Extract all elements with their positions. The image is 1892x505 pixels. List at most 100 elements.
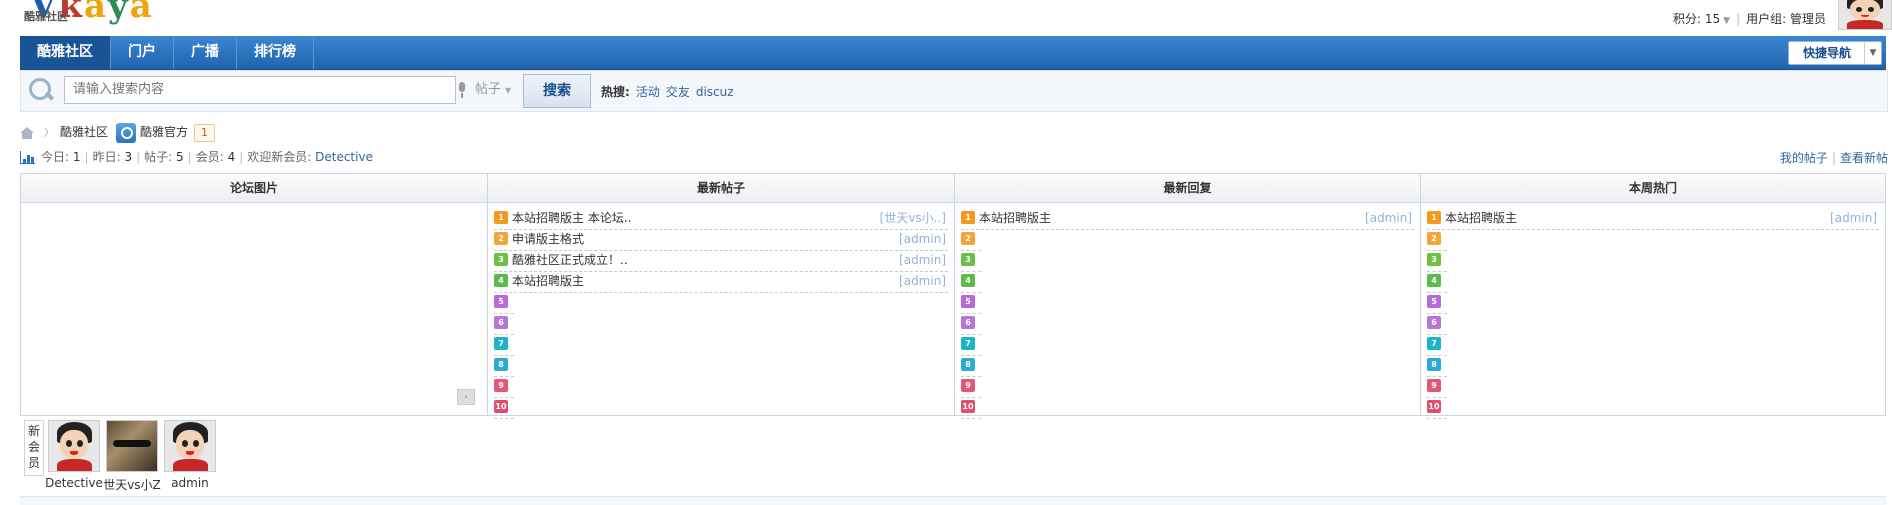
nav-item-community[interactable]: 酷雅社区: [20, 36, 111, 69]
search-button[interactable]: 搜索: [523, 74, 591, 108]
thread-title-link[interactable]: 申请版主格式: [512, 232, 584, 246]
author-link[interactable]: [admin]: [1365, 209, 1412, 228]
site-logo[interactable]: Vkaya 酷雅社区: [20, 0, 220, 28]
search-icon: [29, 78, 55, 101]
member-card[interactable]: admin: [164, 420, 216, 490]
rank-number-icon: 5: [494, 295, 508, 308]
thread-title-link[interactable]: 本站招聘版主: [512, 274, 584, 288]
photo-avatar-icon: [107, 421, 157, 471]
rank-number-icon: 4: [961, 274, 975, 287]
column-header: 最新回复: [955, 174, 1420, 203]
rank-number-icon: 9: [961, 379, 975, 392]
rank-number-icon: 2: [1427, 232, 1441, 245]
home-icon[interactable]: [20, 126, 34, 139]
list-item-empty: 10: [1427, 398, 1447, 419]
rank-number-icon: 3: [494, 253, 508, 266]
rank-number-icon: 8: [494, 358, 508, 371]
user-group-link[interactable]: 用户组: 管理员: [1746, 12, 1826, 26]
user-avatar[interactable]: [1838, 0, 1892, 30]
nav-item-broadcast[interactable]: 广播: [174, 36, 237, 69]
list-item[interactable]: 3 酷雅社区正式成立！.. [admin]: [494, 251, 948, 272]
member-card[interactable]: 世天vs小Z: [103, 420, 161, 493]
hot-link[interactable]: discuz: [696, 85, 734, 99]
list-item-empty: 7: [494, 335, 514, 356]
member-card[interactable]: Detective: [45, 420, 103, 490]
list-item-empty: 8: [1427, 356, 1447, 377]
hot-link[interactable]: 活动: [636, 85, 660, 99]
cartoon-avatar-icon: [165, 421, 215, 471]
list-item-empty: 10: [961, 398, 981, 419]
breadcrumb: 〉酷雅社区 酷雅官方 1: [20, 122, 216, 143]
my-posts-link[interactable]: 我的帖子: [1780, 151, 1828, 165]
microphone-icon[interactable]: [457, 82, 467, 100]
rank-number-icon: 5: [1427, 295, 1441, 308]
list-item[interactable]: 1 本站招聘版主 [admin]: [961, 209, 1414, 230]
hot-link[interactable]: 交友: [666, 85, 690, 99]
user-info: 积分: 15 ▼ | 用户组: 管理员: [1673, 12, 1826, 26]
search-type-select[interactable]: 帖子 ▼: [475, 76, 521, 104]
breadcrumb-home[interactable]: 酷雅社区: [60, 125, 108, 139]
author-link[interactable]: [admin]: [1830, 209, 1877, 228]
forum-stats: 今日: 1 | 昨日: 3 | 帖子: 5 | 会员: 4 | 欢迎新会员: Detective: [20, 149, 373, 165]
rank-number-icon: 4: [1427, 274, 1441, 287]
new-members-label: 新会员: [24, 420, 44, 476]
rank-number-icon: 3: [1427, 253, 1441, 266]
list-item-empty: 9: [494, 377, 514, 398]
rank-number-icon: 6: [494, 316, 508, 329]
thread-title-link[interactable]: 本站招聘版主: [1445, 211, 1517, 225]
new-count-badge: 1: [194, 124, 216, 142]
list-item-empty: 8: [961, 356, 981, 377]
rank-number-icon: 6: [961, 316, 975, 329]
chevron-down-icon: ▼: [1723, 16, 1731, 26]
chevron-down-icon: ▼: [1864, 42, 1881, 64]
cartoon-avatar-icon: [1839, 0, 1891, 29]
author-link[interactable]: [世天vs小..]: [880, 209, 946, 228]
rank-number-icon: 10: [961, 400, 975, 413]
slide-next-icon[interactable]: ›: [457, 389, 475, 405]
list-item-empty: 5: [961, 293, 981, 314]
member-avatar[interactable]: [106, 420, 158, 472]
rank-number-icon: 7: [961, 337, 975, 350]
hot-label: 热搜:: [601, 85, 630, 99]
rank-number-icon: 1: [1427, 211, 1441, 224]
list-item[interactable]: 4 本站招聘版主 [admin]: [494, 272, 948, 293]
rank-number-icon: 8: [1427, 358, 1441, 371]
thread-links: 我的帖子 | 查看新帖: [1779, 151, 1888, 165]
list-item[interactable]: 1 本站招聘版主 本论坛.. [世天vs小..]: [494, 209, 948, 230]
rank-number-icon: 9: [494, 379, 508, 392]
rank-number-icon: 2: [961, 232, 975, 245]
nav-item-portal[interactable]: 门户: [111, 36, 174, 69]
thread-title-link[interactable]: 本站招聘版主 本论坛..: [512, 211, 631, 225]
member-avatar[interactable]: [48, 420, 100, 472]
column-latest-threads: 最新帖子 1 本站招聘版主 本论坛.. [世天vs小..] 2 申请版主格式 [admin…: [488, 174, 955, 419]
thread-title-link[interactable]: 本站招聘版主: [979, 211, 1051, 225]
search-bar: 帖子▼ 搜索 热搜: 活动交友 discuz: [20, 70, 1888, 112]
breadcrumb-forum[interactable]: 酷雅官方: [140, 125, 188, 139]
quick-nav-button[interactable]: 快捷导航 ▼: [1787, 41, 1882, 65]
new-posts-link[interactable]: 查看新帖: [1840, 151, 1888, 165]
member-avatar[interactable]: [164, 420, 216, 472]
rank-number-icon: 1: [961, 211, 975, 224]
author-link[interactable]: [admin]: [899, 251, 946, 270]
list-item-empty: 2: [961, 230, 981, 251]
forum-icon: [116, 122, 137, 143]
column-forum-pics: 论坛图片 ›: [21, 174, 488, 415]
thread-title-link[interactable]: 酷雅社区正式成立！..: [512, 253, 628, 267]
cartoon-avatar-icon: [49, 421, 99, 471]
search-input[interactable]: [64, 76, 456, 104]
member-name[interactable]: admin: [156, 476, 224, 490]
author-link[interactable]: [admin]: [899, 272, 946, 291]
list-item-empty: 7: [961, 335, 981, 356]
forum-overview-grid: 论坛图片 › 最新帖子 1 本站招聘版主 本论坛.. [世天vs小..] 2 申请版主格…: [20, 173, 1886, 419]
list-item-empty: 3: [961, 251, 981, 272]
list-item[interactable]: 2 申请版主格式 [admin]: [494, 230, 948, 251]
list-item-empty: 10: [494, 398, 514, 419]
list-item-empty: 9: [1427, 377, 1447, 398]
newest-member-link[interactable]: Detective: [315, 150, 373, 164]
column-header: 最新帖子: [488, 174, 954, 203]
stats-chart-icon[interactable]: [20, 151, 35, 164]
nav-item-ranking[interactable]: 排行榜: [237, 36, 314, 69]
list-item[interactable]: 1 本站招聘版主 [admin]: [1427, 209, 1879, 230]
author-link[interactable]: [admin]: [899, 230, 946, 249]
points-link[interactable]: 积分: 15 ▼: [1673, 12, 1730, 26]
